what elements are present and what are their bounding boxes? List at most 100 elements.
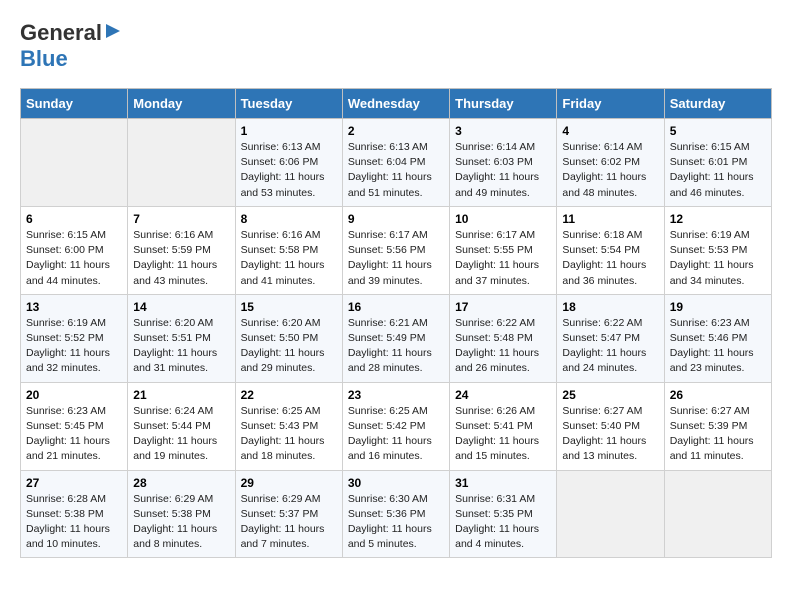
day-number: 9 xyxy=(348,212,444,226)
day-number: 7 xyxy=(133,212,229,226)
header-tuesday: Tuesday xyxy=(235,89,342,119)
day-number: 8 xyxy=(241,212,337,226)
day-number: 2 xyxy=(348,124,444,138)
calendar-cell: 6 Sunrise: 6:15 AM Sunset: 6:00 PM Daylig… xyxy=(21,206,128,294)
day-info: Sunrise: 6:15 AM Sunset: 6:01 PM Dayligh… xyxy=(670,140,766,201)
day-number: 4 xyxy=(562,124,658,138)
calendar-cell: 26 Sunrise: 6:27 AM Sunset: 5:39 PM Dayli… xyxy=(664,382,771,470)
day-info: Sunrise: 6:15 AM Sunset: 6:00 PM Dayligh… xyxy=(26,228,122,289)
header-wednesday: Wednesday xyxy=(342,89,449,119)
day-number: 11 xyxy=(562,212,658,226)
day-number: 13 xyxy=(26,300,122,314)
day-number: 5 xyxy=(670,124,766,138)
header-thursday: Thursday xyxy=(450,89,557,119)
calendar-cell xyxy=(128,119,235,207)
day-info: Sunrise: 6:30 AM Sunset: 5:36 PM Dayligh… xyxy=(348,492,444,553)
week-row-3: 13Sunrise: 6:19 AM Sunset: 5:52 PM Dayli… xyxy=(21,294,772,382)
calendar-cell: 23Sunrise: 6:25 AM Sunset: 5:42 PM Dayli… xyxy=(342,382,449,470)
calendar-cell: 13Sunrise: 6:19 AM Sunset: 5:52 PM Dayli… xyxy=(21,294,128,382)
day-info: Sunrise: 6:16 AM Sunset: 5:58 PM Dayligh… xyxy=(241,228,337,289)
day-number: 27 xyxy=(26,476,122,490)
day-info: Sunrise: 6:13 AM Sunset: 6:06 PM Dayligh… xyxy=(241,140,337,201)
logo-general: General xyxy=(20,20,102,46)
calendar-cell: 22 Sunrise: 6:25 AM Sunset: 5:43 PM Dayli… xyxy=(235,382,342,470)
week-row-4: 20 Sunrise: 6:23 AM Sunset: 5:45 PM Dayli… xyxy=(21,382,772,470)
calendar-cell: 19Sunrise: 6:23 AM Sunset: 5:46 PM Dayli… xyxy=(664,294,771,382)
week-row-1: 1 Sunrise: 6:13 AM Sunset: 6:06 PM Daylig… xyxy=(21,119,772,207)
week-row-2: 6 Sunrise: 6:15 AM Sunset: 6:00 PM Daylig… xyxy=(21,206,772,294)
calendar-cell: 5 Sunrise: 6:15 AM Sunset: 6:01 PM Daylig… xyxy=(664,119,771,207)
day-number: 23 xyxy=(348,388,444,402)
day-info: Sunrise: 6:27 AM Sunset: 5:40 PM Dayligh… xyxy=(562,404,658,465)
day-info: Sunrise: 6:20 AM Sunset: 5:50 PM Dayligh… xyxy=(241,316,337,377)
day-number: 19 xyxy=(670,300,766,314)
day-info: Sunrise: 6:20 AM Sunset: 5:51 PM Dayligh… xyxy=(133,316,229,377)
calendar-cell: 11 Sunrise: 6:18 AM Sunset: 5:54 PM Dayli… xyxy=(557,206,664,294)
logo: General Blue xyxy=(20,20,122,72)
day-number: 3 xyxy=(455,124,551,138)
day-number: 12 xyxy=(670,212,766,226)
day-number: 1 xyxy=(241,124,337,138)
day-number: 26 xyxy=(670,388,766,402)
header-monday: Monday xyxy=(128,89,235,119)
day-number: 22 xyxy=(241,388,337,402)
day-info: Sunrise: 6:23 AM Sunset: 5:45 PM Dayligh… xyxy=(26,404,122,465)
calendar-cell: 28 Sunrise: 6:29 AM Sunset: 5:38 PM Dayli… xyxy=(128,470,235,558)
day-info: Sunrise: 6:28 AM Sunset: 5:38 PM Dayligh… xyxy=(26,492,122,553)
calendar-cell: 3 Sunrise: 6:14 AM Sunset: 6:03 PM Daylig… xyxy=(450,119,557,207)
calendar-cell: 15 Sunrise: 6:20 AM Sunset: 5:50 PM Dayli… xyxy=(235,294,342,382)
calendar-cell: 9 Sunrise: 6:17 AM Sunset: 5:56 PM Daylig… xyxy=(342,206,449,294)
day-info: Sunrise: 6:22 AM Sunset: 5:48 PM Dayligh… xyxy=(455,316,551,377)
day-number: 15 xyxy=(241,300,337,314)
day-info: Sunrise: 6:29 AM Sunset: 5:37 PM Dayligh… xyxy=(241,492,337,553)
calendar-cell: 4 Sunrise: 6:14 AM Sunset: 6:02 PM Daylig… xyxy=(557,119,664,207)
page-header: General Blue xyxy=(20,20,772,72)
calendar-cell: 2 Sunrise: 6:13 AM Sunset: 6:04 PM Daylig… xyxy=(342,119,449,207)
calendar-cell: 21Sunrise: 6:24 AM Sunset: 5:44 PM Dayli… xyxy=(128,382,235,470)
week-row-5: 27 Sunrise: 6:28 AM Sunset: 5:38 PM Dayli… xyxy=(21,470,772,558)
day-info: Sunrise: 6:14 AM Sunset: 6:02 PM Dayligh… xyxy=(562,140,658,201)
day-info: Sunrise: 6:22 AM Sunset: 5:47 PM Dayligh… xyxy=(562,316,658,377)
calendar-cell xyxy=(21,119,128,207)
day-info: Sunrise: 6:14 AM Sunset: 6:03 PM Dayligh… xyxy=(455,140,551,201)
day-number: 29 xyxy=(241,476,337,490)
calendar-cell: 27 Sunrise: 6:28 AM Sunset: 5:38 PM Dayli… xyxy=(21,470,128,558)
day-info: Sunrise: 6:26 AM Sunset: 5:41 PM Dayligh… xyxy=(455,404,551,465)
calendar-cell: 24 Sunrise: 6:26 AM Sunset: 5:41 PM Dayli… xyxy=(450,382,557,470)
day-info: Sunrise: 6:29 AM Sunset: 5:38 PM Dayligh… xyxy=(133,492,229,553)
day-info: Sunrise: 6:24 AM Sunset: 5:44 PM Dayligh… xyxy=(133,404,229,465)
calendar-cell: 31Sunrise: 6:31 AM Sunset: 5:35 PM Dayli… xyxy=(450,470,557,558)
day-number: 14 xyxy=(133,300,229,314)
day-number: 6 xyxy=(26,212,122,226)
day-number: 20 xyxy=(26,388,122,402)
day-info: Sunrise: 6:17 AM Sunset: 5:56 PM Dayligh… xyxy=(348,228,444,289)
calendar-cell: 29 Sunrise: 6:29 AM Sunset: 5:37 PM Dayli… xyxy=(235,470,342,558)
calendar-cell: 16 Sunrise: 6:21 AM Sunset: 5:49 PM Dayli… xyxy=(342,294,449,382)
logo-blue: Blue xyxy=(20,46,68,71)
calendar-table: SundayMondayTuesdayWednesdayThursdayFrid… xyxy=(20,88,772,558)
calendar-cell: 30 Sunrise: 6:30 AM Sunset: 5:36 PM Dayli… xyxy=(342,470,449,558)
calendar-cell: 14 Sunrise: 6:20 AM Sunset: 5:51 PM Dayli… xyxy=(128,294,235,382)
day-number: 18 xyxy=(562,300,658,314)
day-info: Sunrise: 6:13 AM Sunset: 6:04 PM Dayligh… xyxy=(348,140,444,201)
day-info: Sunrise: 6:18 AM Sunset: 5:54 PM Dayligh… xyxy=(562,228,658,289)
calendar-cell: 17 Sunrise: 6:22 AM Sunset: 5:48 PM Dayli… xyxy=(450,294,557,382)
calendar-cell xyxy=(664,470,771,558)
day-number: 16 xyxy=(348,300,444,314)
calendar-cell: 25Sunrise: 6:27 AM Sunset: 5:40 PM Dayli… xyxy=(557,382,664,470)
logo-arrow-icon xyxy=(104,22,122,40)
day-number: 30 xyxy=(348,476,444,490)
calendar-cell: 7Sunrise: 6:16 AM Sunset: 5:59 PM Daylig… xyxy=(128,206,235,294)
calendar-cell: 12Sunrise: 6:19 AM Sunset: 5:53 PM Dayli… xyxy=(664,206,771,294)
calendar-header-row: SundayMondayTuesdayWednesdayThursdayFrid… xyxy=(21,89,772,119)
day-info: Sunrise: 6:21 AM Sunset: 5:49 PM Dayligh… xyxy=(348,316,444,377)
day-info: Sunrise: 6:17 AM Sunset: 5:55 PM Dayligh… xyxy=(455,228,551,289)
day-number: 24 xyxy=(455,388,551,402)
day-number: 28 xyxy=(133,476,229,490)
day-number: 17 xyxy=(455,300,551,314)
day-number: 10 xyxy=(455,212,551,226)
calendar-cell xyxy=(557,470,664,558)
day-info: Sunrise: 6:25 AM Sunset: 5:43 PM Dayligh… xyxy=(241,404,337,465)
header-friday: Friday xyxy=(557,89,664,119)
day-info: Sunrise: 6:27 AM Sunset: 5:39 PM Dayligh… xyxy=(670,404,766,465)
